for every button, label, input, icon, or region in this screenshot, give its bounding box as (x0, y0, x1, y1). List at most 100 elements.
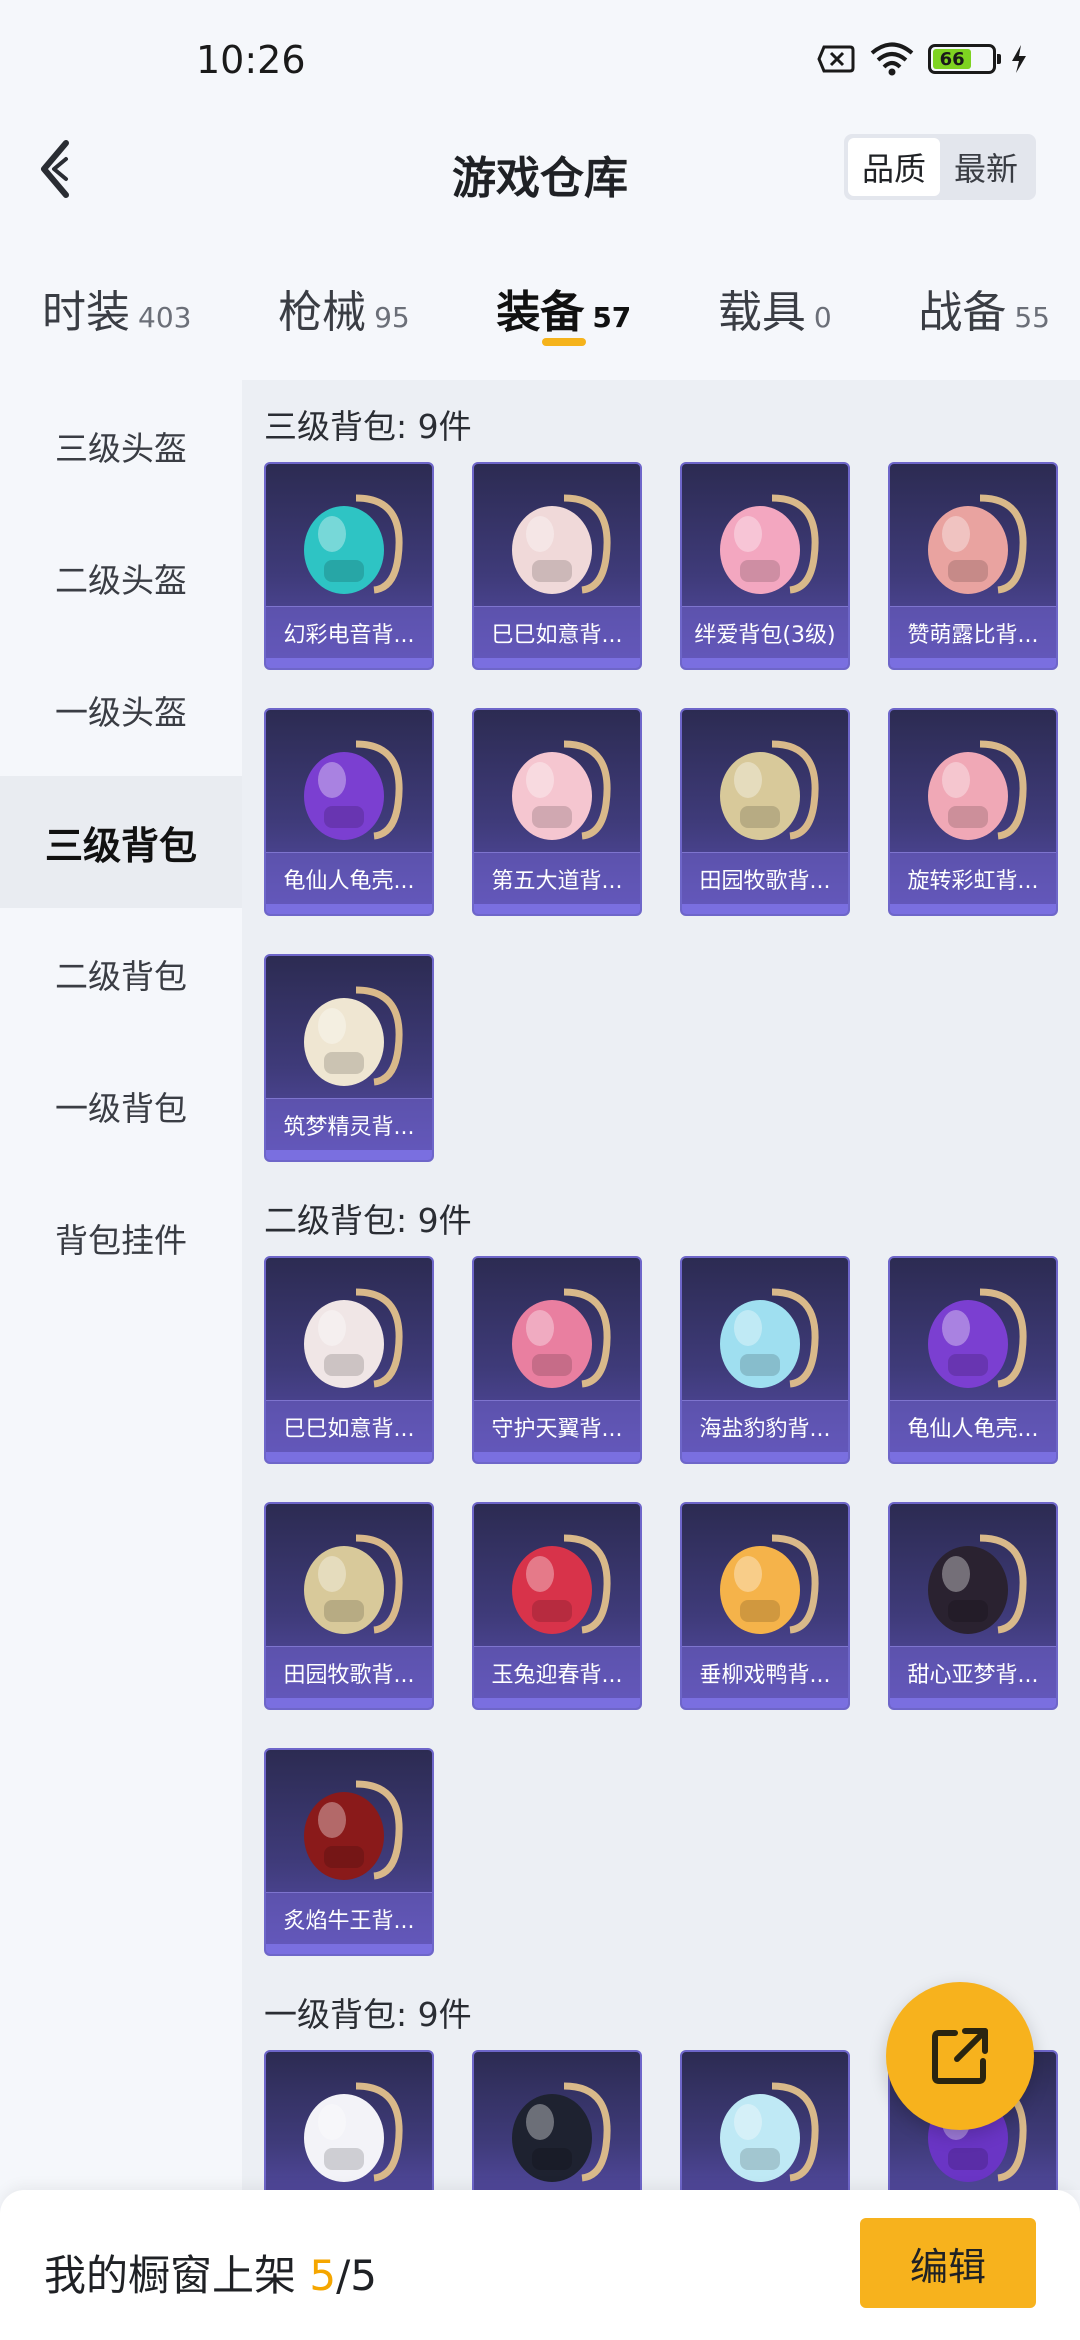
item-name: 龟仙人龟壳... (890, 1400, 1056, 1452)
heart-backpack-icon (702, 478, 832, 608)
blue-seal-backpack-icon (702, 2066, 832, 2190)
edit-button[interactable]: 编辑 (860, 2218, 1036, 2308)
item-card[interactable]: 巳巳如意背... (472, 462, 642, 670)
red-rabbit-backpack-icon (494, 1518, 624, 1648)
sidebar-item-level3-helmet[interactable]: 三级头盔 (0, 380, 242, 512)
sidebar-item-backpack-pendant[interactable]: 背包挂件 (0, 1172, 242, 1304)
sidebar-item-level2-helmet[interactable]: 二级头盔 (0, 512, 242, 644)
item-card[interactable]: 旋转彩虹背... (888, 708, 1058, 916)
rarity-strip (890, 1698, 1056, 1708)
flame-bull-backpack-icon (286, 1764, 416, 1894)
black-pouch-backpack-icon (494, 2066, 624, 2190)
section-title: 二级背包: 9件 (264, 1201, 472, 1240)
rarity-strip (682, 904, 848, 914)
share-icon (932, 2028, 988, 2084)
item-name: 巳巳如意背... (474, 606, 640, 658)
tab-supplies[interactable]: 战备 55 (918, 260, 1050, 350)
item-card[interactable]: 巳巳如意背... (264, 1256, 434, 1464)
item-name: 甜心亚梦背... (890, 1646, 1056, 1698)
pink-winged-backpack-icon (494, 1272, 624, 1402)
item-name: 垂柳戏鸭背... (682, 1646, 848, 1698)
item-card[interactable]: 田园牧歌背... (680, 708, 850, 916)
sort-toggle: 品质 最新 (844, 134, 1036, 200)
battery-icon: 66 (928, 44, 1001, 74)
active-tab-indicator (541, 338, 586, 346)
item-card[interactable]: 龟仙人龟壳... (264, 708, 434, 916)
item-card[interactable] (472, 2050, 642, 2190)
item-card[interactable]: 龟仙人龟壳... (888, 1256, 1058, 1464)
item-card[interactable]: 赞萌露比背... (888, 462, 1058, 670)
sidebar-item-level1-backpack[interactable]: 一级背包 (0, 1040, 242, 1172)
item-card[interactable]: 绊爱背包(3级) (680, 462, 850, 670)
rarity-strip (474, 1452, 640, 1462)
share-button[interactable] (886, 1982, 1034, 2130)
bottom-bar: 我的橱窗上架 5/5 编辑 (0, 2190, 1080, 2340)
fairy-wings-backpack-icon (286, 970, 416, 1100)
item-name: 龟仙人龟壳... (266, 852, 432, 904)
item-name: 炙焰牛王背... (266, 1892, 432, 1944)
rarity-strip (474, 904, 640, 914)
section-title: 三级背包: 9件 (264, 407, 472, 446)
rainbow-music-backpack-icon (286, 478, 416, 608)
seal-backpack-icon (702, 1272, 832, 1402)
sort-newest-button[interactable]: 最新 (940, 138, 1032, 196)
item-name: 第五大道背... (474, 852, 640, 904)
tab-label: 枪械 (278, 287, 367, 338)
item-card[interactable]: 甜心亚梦背... (888, 1502, 1058, 1710)
tab-count: 403 (138, 301, 192, 334)
status-time: 10:26 (196, 38, 306, 82)
rarity-strip (890, 904, 1056, 914)
snake-backpack-icon (494, 478, 624, 608)
tab-vehicles[interactable]: 载具 0 (718, 260, 832, 350)
pink-bear-backpack-icon (910, 478, 1040, 608)
rarity-strip (266, 658, 432, 668)
rarity-strip (474, 1698, 640, 1708)
item-name: 海盐豹豹背... (682, 1400, 848, 1452)
showcase-separator: / (336, 2251, 351, 2300)
rarity-strip (266, 1150, 432, 1160)
item-card[interactable]: 炙焰牛王背... (264, 1748, 434, 1956)
item-card[interactable]: 守护天翼背... (472, 1256, 642, 1464)
item-name: 守护天翼背... (474, 1400, 640, 1452)
item-name: 幻彩电音背... (266, 606, 432, 658)
sim-blocked-icon (817, 45, 855, 73)
item-card[interactable]: 玉兔迎春背... (472, 1502, 642, 1710)
showcase-label: 我的橱窗上架 (44, 2251, 310, 2300)
rarity-strip (682, 658, 848, 668)
item-card[interactable]: 第五大道背... (472, 708, 642, 916)
sidebar-item-level1-helmet[interactable]: 一级头盔 (0, 644, 242, 776)
quilted-bag-icon (494, 724, 624, 854)
rarity-strip (266, 904, 432, 914)
sidebar: 三级头盔 二级头盔 一级头盔 三级背包 二级背包 一级背包 背包挂件 (0, 380, 242, 2190)
item-card[interactable] (680, 2050, 850, 2190)
tab-label: 战备 (918, 287, 1007, 338)
tab-count: 0 (813, 301, 832, 334)
rarity-strip (266, 1452, 432, 1462)
item-card[interactable]: 幻彩电音背... (264, 462, 434, 670)
item-card[interactable]: 筑梦精灵背... (264, 954, 434, 1162)
rarity-strip (682, 1698, 848, 1708)
sidebar-item-level2-backpack[interactable]: 二级背包 (0, 908, 242, 1040)
item-name: 田园牧歌背... (682, 852, 848, 904)
sort-quality-button[interactable]: 品质 (848, 138, 940, 196)
item-card[interactable]: 海盐豹豹背... (680, 1256, 850, 1464)
tab-equipment[interactable]: 装备 57 (496, 260, 631, 350)
item-list: 三级背包: 9件 幻彩电音背... 巳巳如意背... 绊爱背包(3级) 赞萌露比背..… (242, 380, 1080, 2190)
tab-fashion[interactable]: 时装 403 (42, 260, 191, 350)
item-name: 赞萌露比背... (890, 606, 1056, 658)
item-card[interactable]: 垂柳戏鸭背... (680, 1502, 850, 1710)
item-grid: 巳巳如意背... 守护天翼背... 海盐豹豹背... 龟仙人龟壳... 田园牧歌背...… (264, 1256, 1064, 1956)
carousel-backpack-icon (910, 724, 1040, 854)
rarity-strip (890, 658, 1056, 668)
item-name: 绊爱背包(3级) (682, 606, 848, 658)
category-tabs: 时装 403 枪械 95 装备 57 载具 0 战备 55 (0, 260, 1080, 380)
item-card[interactable]: 田园牧歌背... (264, 1502, 434, 1710)
showcase-used-count: 5 (309, 2251, 337, 2300)
sidebar-item-level3-backpack[interactable]: 三级背包 (0, 776, 242, 908)
status-icons: 66 (816, 42, 1028, 76)
item-card[interactable] (264, 2050, 434, 2190)
tab-count: 57 (592, 301, 632, 334)
flower-basket-backpack-icon (286, 1518, 416, 1648)
tab-firearms[interactable]: 枪械 95 (278, 260, 410, 350)
item-name: 玉兔迎春背... (474, 1646, 640, 1698)
